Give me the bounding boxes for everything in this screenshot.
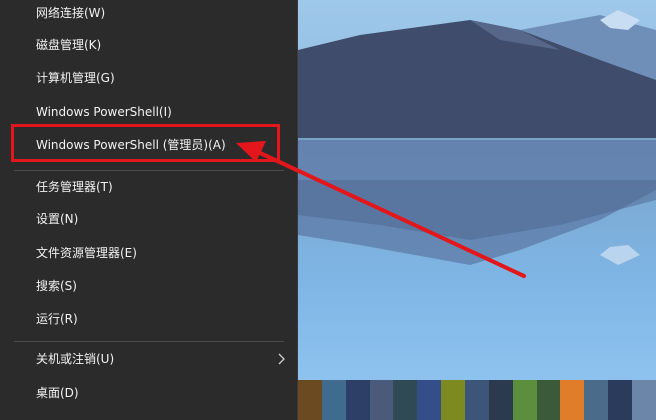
annotation-highlight-box: [11, 124, 280, 162]
menu-item-desktop[interactable]: 桌面(D): [0, 377, 298, 409]
menu-item-computer-management[interactable]: 计算机管理(G): [0, 62, 298, 94]
menu-item-task-manager[interactable]: 任务管理器(T): [0, 171, 298, 203]
menu-item-file-explorer[interactable]: 文件资源管理器(E): [0, 237, 298, 269]
menu-item-disk-management[interactable]: 磁盘管理(K): [0, 29, 298, 61]
menu-item-shutdown-signout[interactable]: 关机或注销(U): [0, 343, 298, 375]
menu-item-settings[interactable]: 设置(N): [0, 203, 298, 235]
menu-separator: [14, 341, 284, 342]
chevron-right-icon: [276, 343, 286, 375]
taskbar-icons-strip: [298, 380, 656, 420]
menu-item-network-connections[interactable]: 网络连接(W): [0, 0, 298, 29]
winx-context-menu: 网络连接(W) 磁盘管理(K) 计算机管理(G) Windows PowerSh…: [0, 0, 298, 420]
menu-item-run[interactable]: 运行(R): [0, 303, 298, 335]
menu-item-label: 关机或注销(U): [36, 352, 115, 366]
menu-item-search[interactable]: 搜索(S): [0, 270, 298, 302]
